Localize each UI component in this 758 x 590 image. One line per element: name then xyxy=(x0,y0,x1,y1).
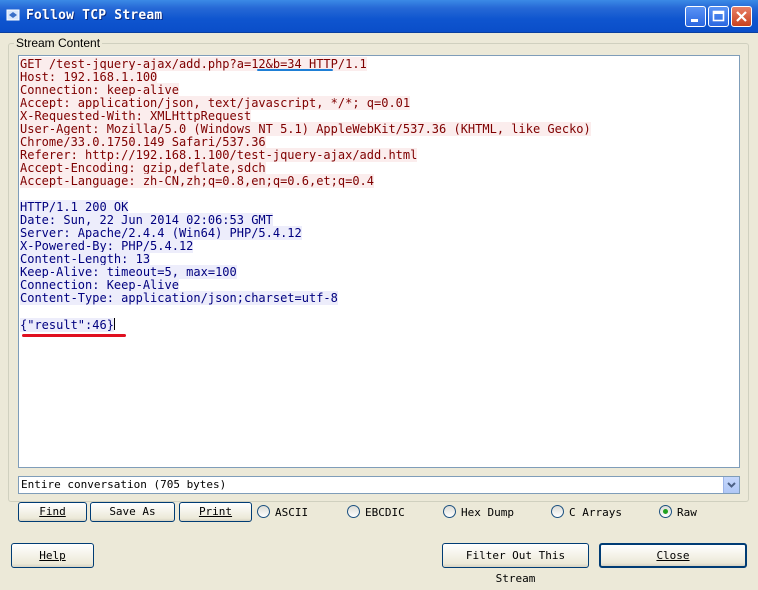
radio-circle xyxy=(659,505,672,518)
format-label-hex-dump: Hex Dump xyxy=(461,506,514,519)
close-button-label: Close xyxy=(656,549,690,562)
client-request-line-text: Chrome/33.0.1750.149 Safari/537.36 xyxy=(20,135,266,149)
conversation-select-value: Entire conversation (705 bytes) xyxy=(21,478,227,491)
format-label-ascii: ASCII xyxy=(275,506,309,519)
query-underline-annotation xyxy=(257,69,333,71)
help-button-label: Help xyxy=(39,549,66,562)
find-button[interactable]: Find xyxy=(18,502,87,522)
client-request-line-text: User-Agent: Mozilla/5.0 (Windows NT 5.1)… xyxy=(20,122,591,136)
stream-text-area[interactable]: GET /test-jquery-ajax/add.php?a=12&b=34 … xyxy=(18,55,740,468)
window-title: Follow TCP Stream xyxy=(26,8,163,23)
minimize-icon xyxy=(691,19,698,22)
filter-out-stream-button-label: Filter Out This Stream xyxy=(465,549,566,585)
maximize-icon xyxy=(712,10,725,22)
server-response-line-text: Connection: Keep-Alive xyxy=(20,278,179,292)
print-button-label: Print xyxy=(198,505,233,518)
client-request-line-text: Host: 192.168.1.100 xyxy=(20,70,158,84)
client-request-line-text: Accept-Encoding: gzip,deflate,sdch xyxy=(20,161,266,175)
close-window-button[interactable] xyxy=(731,6,752,27)
server-response-body-text: {"result":46} xyxy=(20,318,114,332)
server-response-line-text: Server: Apache/2.4.4 (Win64) PHP/5.4.12 xyxy=(20,226,302,240)
client-request-line-text: Referer: http://192.168.1.100/test-jquer… xyxy=(20,148,418,162)
close-button[interactable]: Close xyxy=(599,543,747,568)
client-request-line-text: Connection: keep-alive xyxy=(20,83,179,97)
radio-circle xyxy=(347,505,360,518)
minimize-button[interactable] xyxy=(685,6,706,27)
maximize-button[interactable] xyxy=(708,6,729,27)
print-button[interactable]: Print xyxy=(179,502,252,522)
format-label-raw: Raw xyxy=(677,506,697,519)
client-request-line: Accept-Language: zh-CN,zh;q=0.8,en;q=0.6… xyxy=(20,174,591,188)
stream-lines: GET /test-jquery-ajax/add.php?a=12&b=34 … xyxy=(20,57,591,332)
stream-content-label: Stream Content xyxy=(14,36,103,50)
close-icon xyxy=(736,11,747,22)
app-icon xyxy=(6,9,20,21)
server-response-line-text: Date: Sun, 22 Jun 2014 02:06:53 GMT xyxy=(20,213,273,227)
help-button[interactable]: Help xyxy=(11,543,94,568)
server-response-line-text: HTTP/1.1 200 OK xyxy=(20,200,129,214)
server-response-line-text: X-Powered-By: PHP/5.4.12 xyxy=(20,239,194,253)
result-underline-annotation xyxy=(22,334,126,337)
filter-out-stream-button[interactable]: Filter Out This Stream xyxy=(442,543,589,585)
client-request-line-text: Accept-Language: zh-CN,zh;q=0.8,en;q=0.6… xyxy=(20,174,375,188)
server-response-line: Content-Type: application/json;charset=u… xyxy=(20,291,591,305)
save-as-button-label: Save As xyxy=(109,505,156,518)
text-caret xyxy=(113,318,115,330)
find-button-label: Find xyxy=(39,505,66,518)
server-response-body: {"result":46} xyxy=(20,318,591,332)
format-label-ebcdic: EBCDIC xyxy=(365,506,405,519)
title-bar: Follow TCP Stream xyxy=(0,0,758,33)
conversation-select[interactable]: Entire conversation (705 bytes) xyxy=(18,476,740,494)
radio-selected-dot xyxy=(663,509,668,514)
server-response-line-text: Content-Length: 13 xyxy=(20,252,151,266)
radio-circle xyxy=(443,505,456,518)
radio-circle xyxy=(551,505,564,518)
chevron-down-icon[interactable] xyxy=(723,477,739,493)
radio-circle xyxy=(257,505,270,518)
save-as-button[interactable]: Save As xyxy=(90,502,175,522)
server-response-line-text: Content-Type: application/json;charset=u… xyxy=(20,291,338,305)
client-request-line-text: X-Requested-With: XMLHttpRequest xyxy=(20,109,252,123)
format-label-c-arrays: C Arrays xyxy=(569,506,622,519)
server-response-line-text: Keep-Alive: timeout=5, max=100 xyxy=(20,265,237,279)
client-request-line-text: Accept: application/json, text/javascrip… xyxy=(20,96,411,110)
